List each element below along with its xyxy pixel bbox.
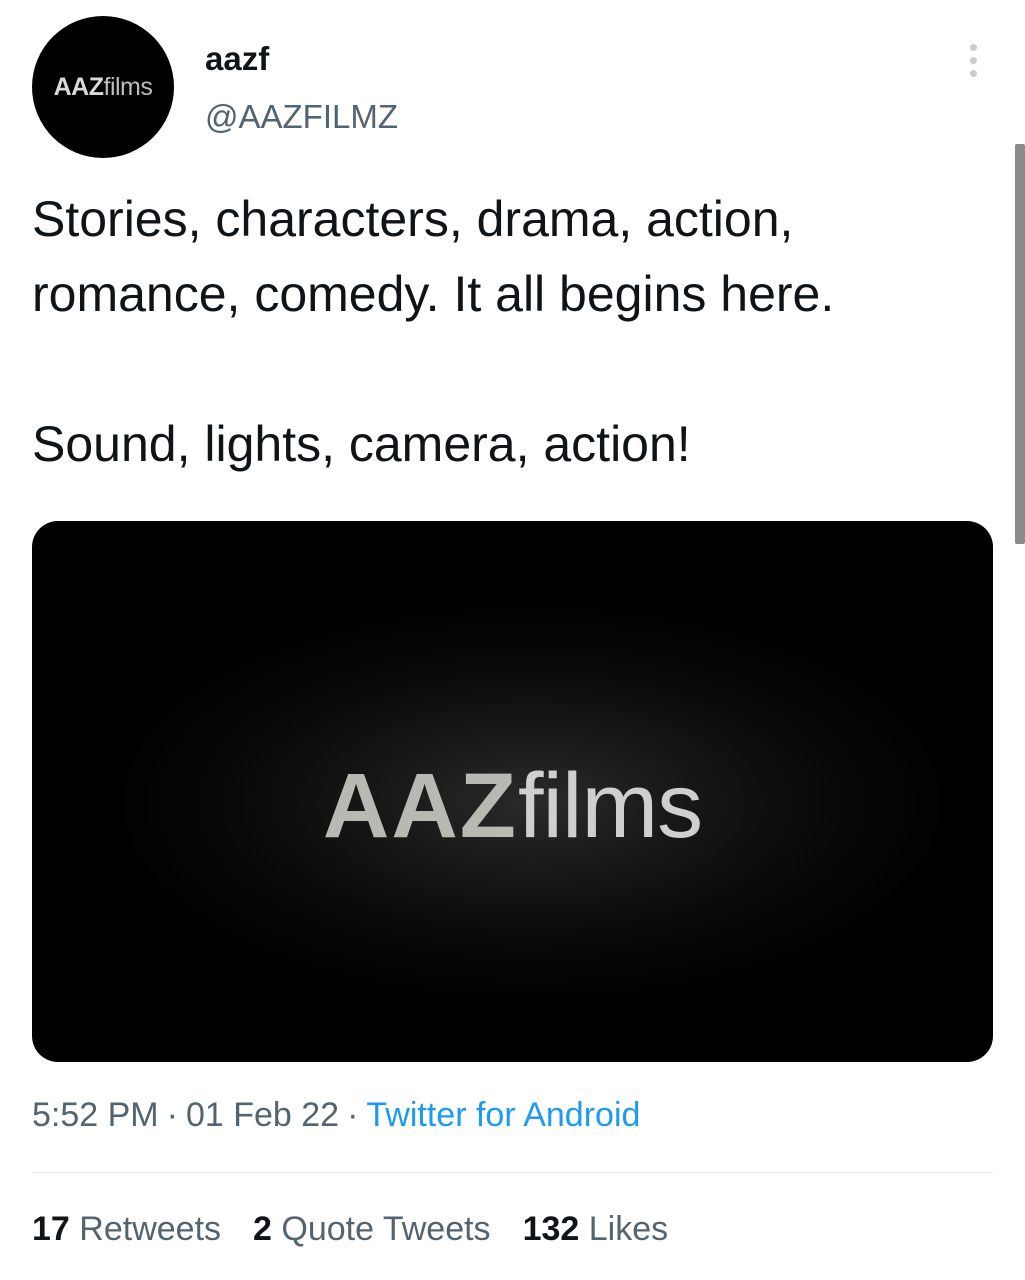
tweet-media-image[interactable]: AAZfilms	[32, 521, 993, 1062]
tweet-date[interactable]: 01 Feb 22	[186, 1096, 339, 1134]
media-logo-bold: AAZ	[322, 755, 518, 857]
media-logo: AAZfilms	[32, 756, 993, 856]
tweet-time[interactable]: 5:52 PM	[32, 1096, 159, 1134]
retweets-label: Retweets	[79, 1210, 222, 1248]
tweet-paragraph: Sound, lights, camera, action!	[32, 416, 691, 472]
tweet-stats: 17 Retweets 2 Quote Tweets 132 Likes	[32, 1210, 668, 1249]
meta-separator: ·	[166, 1096, 178, 1134]
quote-tweets-count: 2	[253, 1210, 272, 1248]
avatar-logo-thin: films	[103, 72, 153, 101]
scrollbar[interactable]	[1015, 144, 1025, 544]
retweets-stat[interactable]: 17 Retweets	[32, 1210, 221, 1249]
divider	[32, 1172, 993, 1173]
retweets-count: 17	[32, 1210, 70, 1248]
likes-stat[interactable]: 132 Likes	[523, 1210, 669, 1249]
avatar-logo: AAZfilms	[54, 73, 153, 102]
tweet-source-link[interactable]: Twitter for Android	[366, 1096, 640, 1134]
avatar-logo-bold: AAZ	[53, 72, 104, 101]
display-name[interactable]: aazf	[205, 40, 269, 78]
likes-count: 132	[522, 1210, 580, 1248]
avatar[interactable]: AAZfilms	[32, 16, 174, 158]
quote-tweets-stat[interactable]: 2 Quote Tweets	[253, 1210, 491, 1249]
quote-tweets-label: Quote Tweets	[281, 1210, 491, 1248]
tweet-paragraph: Stories, characters, drama, action, roma…	[32, 191, 835, 322]
media-logo-thin: films	[518, 755, 703, 857]
more-options-button[interactable]	[950, 36, 996, 84]
tweet-metadata: 5:52 PM · 01 Feb 22 · Twitter for Android	[32, 1096, 640, 1135]
meta-separator: ·	[347, 1096, 359, 1134]
user-handle[interactable]: @AAZFILMZ	[205, 98, 398, 136]
more-vertical-icon-dot	[969, 69, 977, 77]
tweet-text: Stories, characters, drama, action, roma…	[32, 182, 992, 482]
more-vertical-icon	[969, 43, 977, 51]
likes-label: Likes	[588, 1210, 669, 1248]
more-vertical-icon-dot	[969, 56, 977, 64]
